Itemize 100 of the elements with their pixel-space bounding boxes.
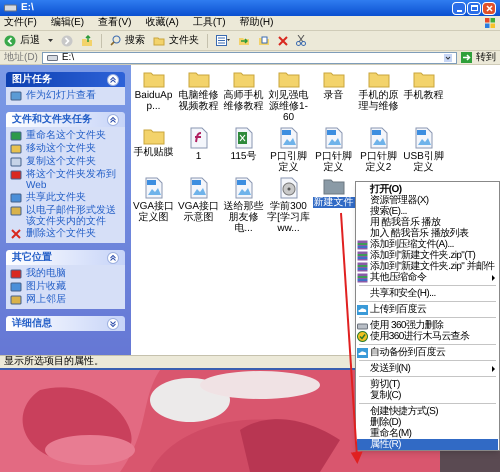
file-name[interactable]: VGA接口定义图 (131, 201, 176, 223)
panel-header[interactable]: 其它位置 (6, 250, 125, 265)
file-name[interactable]: 电脑维修视频教程 (176, 90, 221, 112)
folder-icon (232, 70, 254, 88)
file-name[interactable]: P口针脚定义 (311, 151, 356, 173)
close-icon (486, 4, 492, 12)
menu-item[interactable]: 帮助(H) (240, 18, 274, 28)
file-name[interactable]: 学前300字[学习库ww... (266, 201, 311, 234)
file-name[interactable]: P口引脚定义 (266, 151, 311, 173)
file-name[interactable]: 送给那些朋友修电... (221, 201, 266, 234)
move-to-icon[interactable] (238, 35, 250, 46)
search-button[interactable]: 搜索 (110, 33, 145, 48)
menu-item[interactable]: 复制(C) (357, 390, 498, 401)
menu-item[interactable]: 用 酷我音乐 播放 (357, 217, 498, 228)
menu-item[interactable]: 其他压缩命令 (357, 272, 498, 283)
menu-item[interactable]: 添加到压缩文件(A)... (357, 239, 498, 250)
file-name[interactable]: P口针脚定义2 (356, 151, 401, 173)
file-name[interactable]: 新建文件 (312, 197, 354, 208)
drive-icon (46, 54, 58, 60)
task-link[interactable]: 复制这个文件夹 (26, 156, 96, 167)
menu-item[interactable]: 加入 酷我音乐 播放列表 (357, 228, 498, 239)
menu-item[interactable]: 共享和安全(H)... (357, 288, 498, 299)
menu-item[interactable]: 发送到(N) (357, 363, 498, 374)
views-icon[interactable] (216, 35, 230, 46)
task-link[interactable]: 图片收藏 (26, 281, 66, 292)
delete-icon[interactable] (278, 36, 288, 46)
dropdown-icon[interactable] (444, 54, 452, 62)
folder-icon (142, 70, 164, 88)
menu-item[interactable]: 收藏(A) (145, 18, 179, 28)
file-name[interactable]: 1 (194, 151, 202, 162)
file-name[interactable]: 115号 (230, 151, 258, 162)
menu-item[interactable]: 删除(D) (357, 417, 498, 428)
archive-icon (357, 250, 368, 260)
folder-icon (368, 70, 390, 88)
menu-item[interactable]: 使用 360强力删除 (357, 320, 498, 331)
scissors-icon[interactable] (296, 35, 306, 46)
task-link[interactable]: 删除这个文件夹 (26, 228, 96, 239)
image-file-icon (414, 127, 432, 149)
minimize-button[interactable] (452, 2, 466, 14)
flash-file-icon (190, 127, 208, 149)
submenu-arrow-icon (492, 274, 495, 280)
menu-item[interactable]: 添加到"新建文件夹.zip" 并邮件 (357, 261, 498, 272)
file-name[interactable]: 手机教程 (402, 90, 444, 101)
up-folder-icon[interactable] (81, 34, 93, 46)
file-name[interactable]: 手机的原理与维修 (356, 90, 401, 112)
file-name[interactable]: 手机贴膜 (132, 147, 174, 158)
task-link[interactable]: 共享此文件夹 (26, 192, 86, 203)
file-name[interactable]: 刘见强电源维修1-60 (266, 90, 311, 123)
collapse-icon[interactable] (107, 252, 119, 264)
panel-header[interactable]: 详细信息 (6, 316, 125, 331)
menu-item[interactable]: 自动备份到百度云 (357, 347, 498, 358)
delete-icon (10, 228, 22, 240)
file-name[interactable]: USB引脚定义 (401, 151, 446, 173)
file-name[interactable]: 录音 (322, 90, 344, 101)
menu-item[interactable]: 上传到百度云 (357, 304, 498, 315)
back-button[interactable]: 后退 (4, 33, 40, 48)
disc-file-icon (280, 177, 298, 199)
panel-header[interactable]: 文件和文件夹任务 (6, 112, 125, 127)
task-link[interactable]: 我的电脑 (26, 268, 66, 279)
menu-item[interactable]: 查看(V) (98, 18, 132, 28)
menu-item[interactable]: 搜索(E)... (357, 206, 498, 217)
menu-item[interactable]: 添加到"新建文件夹.zip"(T) (357, 250, 498, 261)
expand-icon[interactable] (107, 318, 119, 330)
folder-icon (142, 127, 164, 145)
folder-icon (412, 70, 434, 88)
menu-item[interactable]: 编辑(E) (50, 18, 84, 28)
collapse-icon[interactable] (107, 74, 119, 86)
file-name[interactable]: BaiduApp... (131, 90, 176, 112)
menu-item[interactable]: 创建快捷方式(S) (357, 406, 498, 417)
menu-item[interactable]: 工具(T) (192, 18, 226, 28)
task-link[interactable]: 将这个文件夹发布到 Web (26, 169, 121, 191)
menu-item[interactable]: 剪切(T) (357, 379, 498, 390)
menu-item[interactable]: 属性(R) (357, 439, 498, 450)
menu-item[interactable]: 重命名(M) (357, 428, 498, 439)
panel-header[interactable]: 图片任务 (6, 72, 125, 87)
shield-icon (357, 331, 368, 342)
menu-item[interactable]: 打开(O) (357, 184, 498, 195)
menu-item[interactable]: 资源管理器(X) (357, 195, 498, 206)
address-field[interactable]: E:\ (42, 52, 457, 64)
search-icon (110, 35, 121, 46)
go-button[interactable]: 转到 (461, 52, 496, 63)
menu-item[interactable]: 文件(F) (4, 18, 37, 28)
task-link[interactable]: 移动这个文件夹 (26, 143, 96, 154)
task-link[interactable]: 重命名这个文件夹 (26, 130, 106, 141)
file-name[interactable]: VGA接口示意图 (176, 201, 221, 223)
maximize-button[interactable] (467, 2, 481, 14)
folder-icon (188, 70, 210, 88)
task-link[interactable]: 以电子邮件形式发送该文件夹内的文件 (26, 205, 121, 227)
collapse-icon[interactable] (107, 114, 119, 126)
dropdown-icon[interactable] (48, 39, 53, 42)
archive-icon (357, 240, 368, 250)
copy-to-icon[interactable] (258, 35, 270, 46)
close-button[interactable] (482, 2, 496, 14)
folders-button[interactable]: 文件夹 (153, 33, 199, 48)
task-link[interactable]: 网上邻居 (26, 294, 66, 305)
archive-icon (357, 272, 368, 282)
file-name[interactable]: 高师手机维修教程 (221, 90, 266, 112)
menu-item[interactable]: 使用360进行木马云查杀 (357, 331, 498, 342)
task-link[interactable]: 作为幻灯片查看 (26, 90, 96, 101)
shredder-icon (357, 320, 368, 330)
